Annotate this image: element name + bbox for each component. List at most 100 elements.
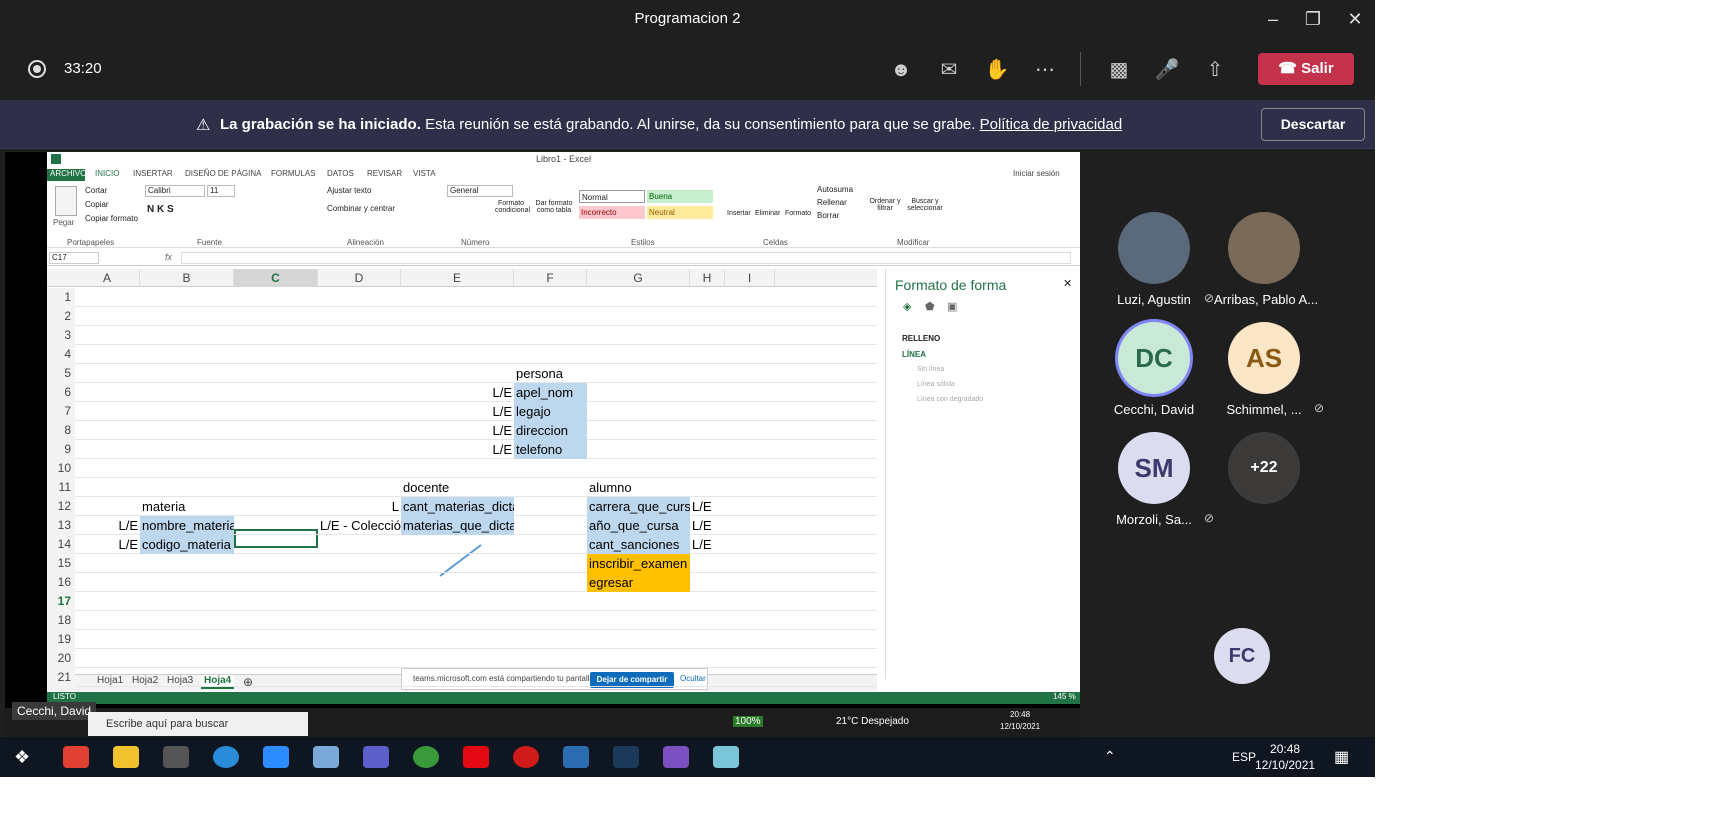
pane-close-icon[interactable]: ✕ — [1063, 277, 1072, 290]
app-icon[interactable] — [313, 746, 339, 768]
find-select-button[interactable]: Buscar y seleccionar — [905, 198, 945, 212]
cell-e11[interactable]: docente — [401, 478, 514, 497]
column-header-b[interactable]: B — [140, 269, 234, 287]
line-section[interactable]: LÍNEA — [902, 350, 926, 359]
cube-app-icon[interactable] — [563, 746, 589, 768]
cell-e12[interactable]: cant_materias_dicta — [401, 497, 514, 516]
more-options-icon[interactable]: ⋯ — [1030, 55, 1060, 85]
cell-b14[interactable]: codigo_materia — [140, 535, 234, 554]
row-header-4[interactable]: 4 — [47, 345, 75, 364]
restore-icon[interactable]: ❐ — [1290, 4, 1336, 34]
gradient-line-option[interactable]: Línea con degradado — [917, 396, 983, 403]
avatar-3[interactable]: AS — [1228, 322, 1300, 394]
avatar-4[interactable]: SM — [1118, 432, 1190, 504]
visual-studio-icon[interactable] — [663, 746, 689, 768]
shared-search-box[interactable]: Escribe aquí para buscar — [88, 712, 308, 736]
camera-off-icon[interactable]: ▩ — [1104, 55, 1134, 85]
chat-icon[interactable]: ✉ — [934, 55, 964, 85]
cell-b13[interactable]: nombre_materia — [140, 516, 234, 535]
row-header-11[interactable]: 11 — [47, 478, 75, 497]
cell-e9[interactable]: L/E — [401, 440, 514, 459]
row-header-12[interactable]: 12 — [47, 497, 75, 516]
row-header-14[interactable]: 14 — [47, 535, 75, 554]
share-screen-icon[interactable]: ⇧ — [1200, 55, 1230, 85]
cell-e8[interactable]: L/E — [401, 421, 514, 440]
avatar-fc[interactable]: FC — [1214, 628, 1270, 684]
zoom-icon[interactable] — [263, 746, 289, 768]
row-header-10[interactable]: 10 — [47, 459, 75, 478]
column-header-d[interactable]: D — [318, 269, 401, 287]
teams-icon[interactable] — [363, 746, 389, 768]
cell-a13[interactable]: L/E — [75, 516, 140, 535]
row-header-13[interactable]: 13 — [47, 516, 75, 535]
cell-f8[interactable]: direccion — [514, 421, 587, 440]
row-header-18[interactable]: 18 — [47, 611, 75, 630]
column-header-a[interactable]: A — [75, 269, 140, 287]
red-app-icon[interactable] — [513, 746, 539, 768]
cell-g13[interactable]: año_que_cursa — [587, 516, 690, 535]
fill-line-icon[interactable]: ◈ — [903, 300, 911, 313]
cell-d12[interactable]: L — [318, 497, 401, 516]
netflix-icon[interactable] — [463, 746, 489, 768]
reactions-icon[interactable]: ✋ — [982, 55, 1012, 85]
row-header-16[interactable]: 16 — [47, 573, 75, 592]
no-line-option[interactable]: Sin línea — [917, 366, 944, 373]
row-header-5[interactable]: 5 — [47, 364, 75, 383]
column-header-g[interactable]: G — [587, 269, 690, 287]
taskbar-clock[interactable]: 20:48 12/10/2021 — [1255, 741, 1315, 773]
row-header-20[interactable]: 20 — [47, 649, 75, 668]
language-indicator[interactable]: ESP — [1232, 750, 1256, 764]
row-header-19[interactable]: 19 — [47, 630, 75, 649]
size-icon[interactable]: ▣ — [947, 300, 957, 313]
cell-f5[interactable]: persona — [514, 364, 587, 383]
cell-h13[interactable]: L/E — [690, 516, 725, 535]
file-explorer-icon[interactable] — [113, 746, 139, 768]
avatar-2[interactable]: DC — [1118, 322, 1190, 394]
avatar-1[interactable] — [1228, 212, 1300, 284]
cell-h12[interactable]: L/E — [690, 497, 725, 516]
close-icon[interactable]: ✕ — [1332, 4, 1378, 34]
row-header-3[interactable]: 3 — [47, 326, 75, 345]
cell-g15[interactable]: inscribir_examen — [587, 554, 690, 573]
video-editor-icon[interactable] — [163, 746, 189, 768]
windows-start-icon[interactable]: ❖ — [14, 747, 30, 768]
chrome-icon[interactable] — [63, 746, 89, 768]
privacy-link[interactable]: Política de privacidad — [980, 116, 1123, 133]
column-header-e[interactable]: E — [401, 269, 514, 287]
notepad-icon[interactable] — [713, 746, 739, 768]
zoom-level[interactable]: 145 % — [1053, 692, 1076, 701]
avatar-0[interactable] — [1118, 212, 1190, 284]
cell-f6[interactable]: apel_nom — [514, 383, 587, 402]
cell-g11[interactable]: alumno — [587, 478, 690, 497]
column-header-h[interactable]: H — [690, 269, 725, 287]
column-header-c[interactable]: C — [234, 269, 318, 287]
cell-a14[interactable]: L/E — [75, 535, 140, 554]
row-header-17[interactable]: 17 — [47, 592, 75, 611]
tray-up-icon[interactable]: ⌃ — [1104, 748, 1116, 765]
row-header-2[interactable]: 2 — [47, 307, 75, 326]
effects-icon[interactable]: ⬟ — [925, 300, 935, 313]
row-header-9[interactable]: 9 — [47, 440, 75, 459]
cell-g16[interactable]: egresar — [587, 573, 690, 592]
row-header-21[interactable]: 21 — [47, 668, 75, 687]
cell-e7[interactable]: L/E — [401, 402, 514, 421]
sign-in-link[interactable]: Iniciar sesión — [1013, 169, 1060, 181]
participants-icon[interactable]: ☻ — [886, 55, 916, 85]
row-header-15[interactable]: 15 — [47, 554, 75, 573]
column-header-f[interactable]: F — [514, 269, 587, 287]
notifications-icon[interactable]: ▦ — [1334, 747, 1349, 767]
fill-section[interactable]: RELLENO — [902, 334, 940, 343]
green-app-icon[interactable] — [413, 746, 439, 768]
cell-e6[interactable]: L/E — [401, 383, 514, 402]
cell-b12[interactable]: materia — [140, 497, 234, 516]
row-header-6[interactable]: 6 — [47, 383, 75, 402]
cell-g14[interactable]: cant_sanciones — [587, 535, 690, 554]
mic-off-icon[interactable]: 🎤 — [1152, 55, 1182, 85]
leave-button[interactable]: ☎ Salir — [1258, 53, 1354, 85]
cell-f7[interactable]: legajo — [514, 402, 587, 421]
avatar-5[interactable]: +22 — [1228, 432, 1300, 504]
steam-icon[interactable] — [613, 746, 639, 768]
solid-line-option[interactable]: Línea sólida — [917, 381, 955, 388]
dismiss-button[interactable]: Descartar — [1261, 108, 1365, 141]
cell-d13[interactable]: L/E - Colección — [318, 516, 401, 535]
